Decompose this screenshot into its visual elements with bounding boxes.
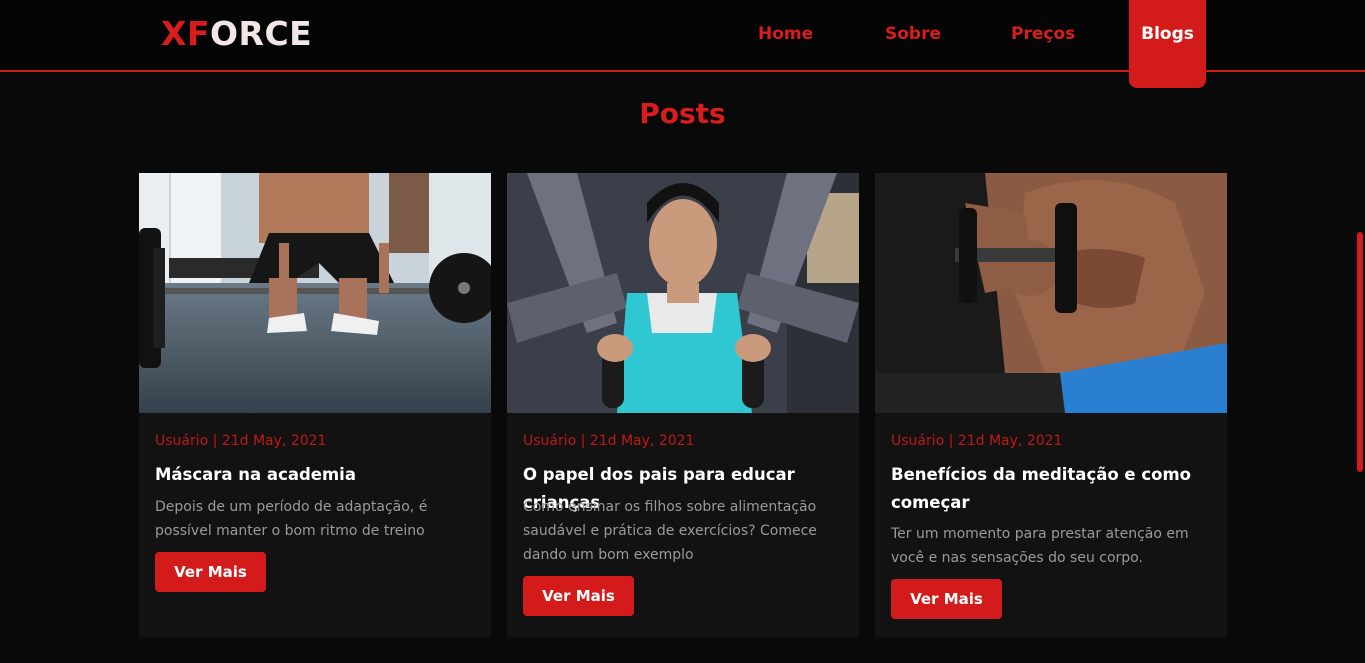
ver-mais-button[interactable]: Ver Mais [891, 579, 1002, 619]
logo-text: ORCE [210, 14, 313, 53]
post-title[interactable]: Máscara na academia [155, 461, 480, 489]
logo-accent-text: XF [161, 14, 210, 53]
post-card: Usuário | 21d May, 2021 O papel dos pais… [507, 173, 859, 637]
post-image-chest-press [507, 173, 859, 413]
nav-blogs-active[interactable]: Blogs [1129, 0, 1206, 88]
ver-mais-button[interactable]: Ver Mais [523, 576, 634, 616]
post-card: Usuário | 21d May, 2021 Benefícios da me… [875, 173, 1227, 637]
logo[interactable]: XFORCE [161, 14, 312, 54]
post-description: Depois de um período de adaptação, é pos… [155, 499, 428, 539]
post-title[interactable]: Benefícios da meditação e como começar [891, 461, 1216, 517]
post-image-deadlift [139, 173, 491, 413]
site-header: XFORCE Home Sobre Preços Blogs [0, 0, 1365, 88]
scrollbar-thumb[interactable] [1357, 232, 1363, 472]
post-meta: Usuário | 21d May, 2021 [523, 433, 695, 449]
post-card: Usuário | 21d May, 2021 Máscara na acade… [139, 173, 491, 637]
nav-home[interactable]: Home [758, 22, 813, 46]
nav-sobre[interactable]: Sobre [885, 22, 941, 46]
post-meta: Usuário | 21d May, 2021 [891, 433, 1063, 449]
post-description: Ter um momento para prestar atenção em v… [891, 526, 1189, 566]
page: XFORCE Home Sobre Preços Blogs Posts Usu… [0, 0, 1365, 663]
post-description: Como ensinar os filhos sobre alimentação… [523, 499, 817, 563]
nav-precos[interactable]: Preços [1011, 22, 1075, 46]
ver-mais-button[interactable]: Ver Mais [155, 552, 266, 592]
section-title: Posts [639, 97, 726, 130]
post-image-dumbbell-curl [875, 173, 1227, 413]
post-meta: Usuário | 21d May, 2021 [155, 433, 327, 449]
